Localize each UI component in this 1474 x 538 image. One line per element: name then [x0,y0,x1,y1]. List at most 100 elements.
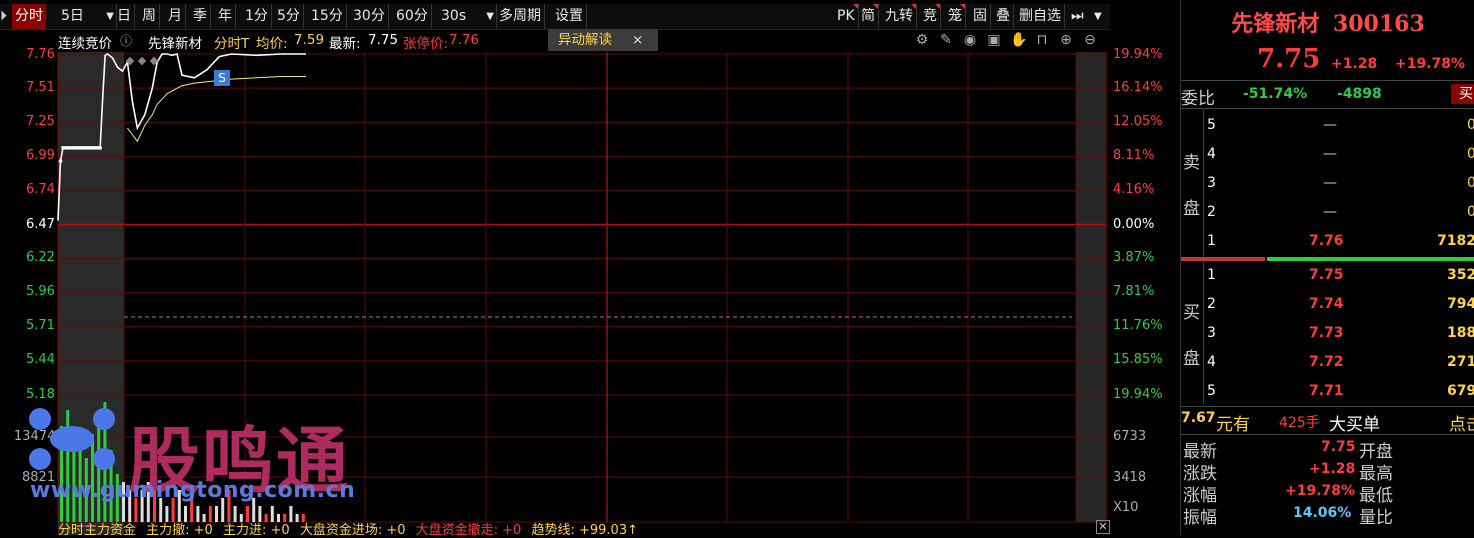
eye-icon[interactable]: ◉ [962,32,978,48]
info-circle-icon[interactable]: ⓘ [120,32,132,49]
pk-button[interactable]: PK [834,4,859,29]
bid-level: 5 [1207,383,1216,399]
tab-5min[interactable]: 5分 [274,4,304,29]
ask-ratio-bar [1267,257,1474,261]
price-point [58,159,63,163]
tab-30s[interactable]: 30s ▼ [438,4,497,29]
alert-interpret-button[interactable]: 异动解读 × [548,29,658,51]
avg-label: 均价: [256,36,288,52]
tab-multi-period[interactable]: 多周期 [496,4,545,29]
divider [1203,262,1204,404]
tab-5day[interactable]: 5日 ▼ [58,4,117,29]
bid-price: 7.72 [1309,354,1344,370]
tab-year[interactable]: 年 [215,4,236,29]
ask-level: 4 [1207,146,1216,162]
skip-end-icon[interactable]: ⏭ [1068,4,1087,29]
weibi-row: 委比 -51.74% -4898 买 [1181,84,1474,109]
ask-price: — [1323,146,1337,162]
stat-value: +1.28 [1309,461,1356,477]
stock-header: 先锋新材 300163 [1181,6,1474,38]
y-tick-left: 7.51 [26,80,55,95]
cage-button[interactable]: 笼 [945,4,966,29]
tab-30min[interactable]: 30分 [350,4,389,29]
zoom-in-icon[interactable]: ⊕ [1058,32,1074,48]
chevron-down-icon: ▼ [486,11,494,22]
hand-icon[interactable]: ✋ [1010,32,1027,48]
period-toolbar: ⏵ 分时 5日 ▼ 日 周 月 季 年 1分 5分 15分 30分 60分 30s… [0,4,1110,30]
ask-level: 3 [1207,175,1216,191]
zoom-out-icon[interactable]: ⊖ [1082,32,1098,48]
briefcase-icon[interactable]: ▣ [986,32,1002,48]
y-tick-right: 4.16% [1113,182,1155,197]
y-tick-left: 7.76 [26,47,55,62]
panel-stock-name: 先锋新材 [1231,11,1320,37]
chart-info-row: 连续竞价 ⓘ 先锋新材 分时T 均价: 7.59 最新: 7.75 张停价: 7… [58,29,1108,52]
signal-s-marker[interactable]: S [214,70,230,86]
buy-side-label: 盘 [1183,349,1200,369]
ask-level: 2 [1207,204,1216,220]
tab-1min[interactable]: 1分 [242,4,272,29]
tab-week[interactable]: 周 [139,4,160,29]
y-tick-left: 7.25 [26,114,55,129]
remove-watchlist-button[interactable]: 删自选 [1016,4,1065,29]
stock-name: 先锋新材 [148,36,202,52]
volume-unit: X10 [1113,500,1139,515]
overlay-button[interactable]: 叠 [993,4,1014,29]
ask-volume: 7182 [1437,233,1474,249]
simple-button[interactable]: 简 [858,4,879,29]
trend-line: 趋势线: +99.03↑ [531,523,638,538]
y-tick-right: 3.87% [1113,250,1155,265]
main-in: 主力进: +0 [222,523,290,538]
weibi-label: 委比 [1181,89,1215,109]
close-icon[interactable]: × [632,29,643,51]
y-tick-left: 5.44 [26,352,55,367]
buy-button[interactable]: 买 [1451,84,1474,104]
bid-ratio-bar [1181,257,1265,261]
bid-price: 7.75 [1309,267,1344,283]
close-indicator-icon[interactable]: ✕ [1096,520,1110,534]
big-order-click[interactable]: 点击 [1449,410,1474,435]
big-out: 大盘资金撤走: +0 [415,523,522,538]
panel-pct: +19.78% [1395,56,1466,72]
stat-value: +19.78% [1285,483,1356,499]
ask-price: 7.76 [1309,233,1344,249]
big-order-unit: 元有 [1216,415,1250,435]
bid-level: 2 [1207,296,1216,312]
ask-price: — [1323,175,1337,191]
divider [1181,108,1474,109]
tab-day[interactable]: 日 [114,4,135,29]
stat-value: 7.75 [1321,439,1356,455]
tab-settings[interactable]: 设置 [552,4,587,29]
bid-price: 7.73 [1309,325,1344,341]
y-tick-right: 7.81% [1113,284,1155,299]
tab-intraday[interactable]: 分时 [12,4,46,29]
divider [1181,80,1474,81]
bid-volume: 679 [1447,383,1474,399]
big-order-hands: 425手 [1279,415,1320,431]
tab-60min[interactable]: 60分 [393,4,432,29]
tab-season[interactable]: 季 [190,4,211,29]
bid-level: 3 [1207,325,1216,341]
chevron-down-icon[interactable]: ▼ [1091,4,1105,29]
bid-volume: 352 [1447,267,1474,283]
tab-30s-label: 30s [441,8,467,24]
y-tick-right: 0.00% [1113,217,1155,232]
tab-month[interactable]: 月 [165,4,186,29]
chart-mode[interactable]: 分时T [214,32,249,52]
pencil-icon[interactable]: ✎ [938,32,954,48]
divider [1181,434,1474,435]
pin-button[interactable]: 固 [970,4,991,29]
panel-change: +1.28 [1331,56,1378,72]
nine-turn-button[interactable]: 九转 [882,4,917,29]
bid-button[interactable]: 竞 [920,4,941,29]
avg-value: 7.59 [294,32,325,48]
bid-volume: 188 [1447,325,1474,341]
toolbar-left-arrow-icon[interactable]: ⏵ [0,4,10,29]
gear-icon[interactable]: ⚙ [914,32,930,48]
indicator-title[interactable]: 分时主力资金 [58,523,136,538]
chevron-down-icon: ▼ [106,11,114,22]
stat-value: 14.06% [1293,505,1352,521]
lock-icon[interactable]: ⊓ [1034,32,1050,48]
tab-15min[interactable]: 15分 [308,4,347,29]
ask-price: — [1323,117,1337,133]
